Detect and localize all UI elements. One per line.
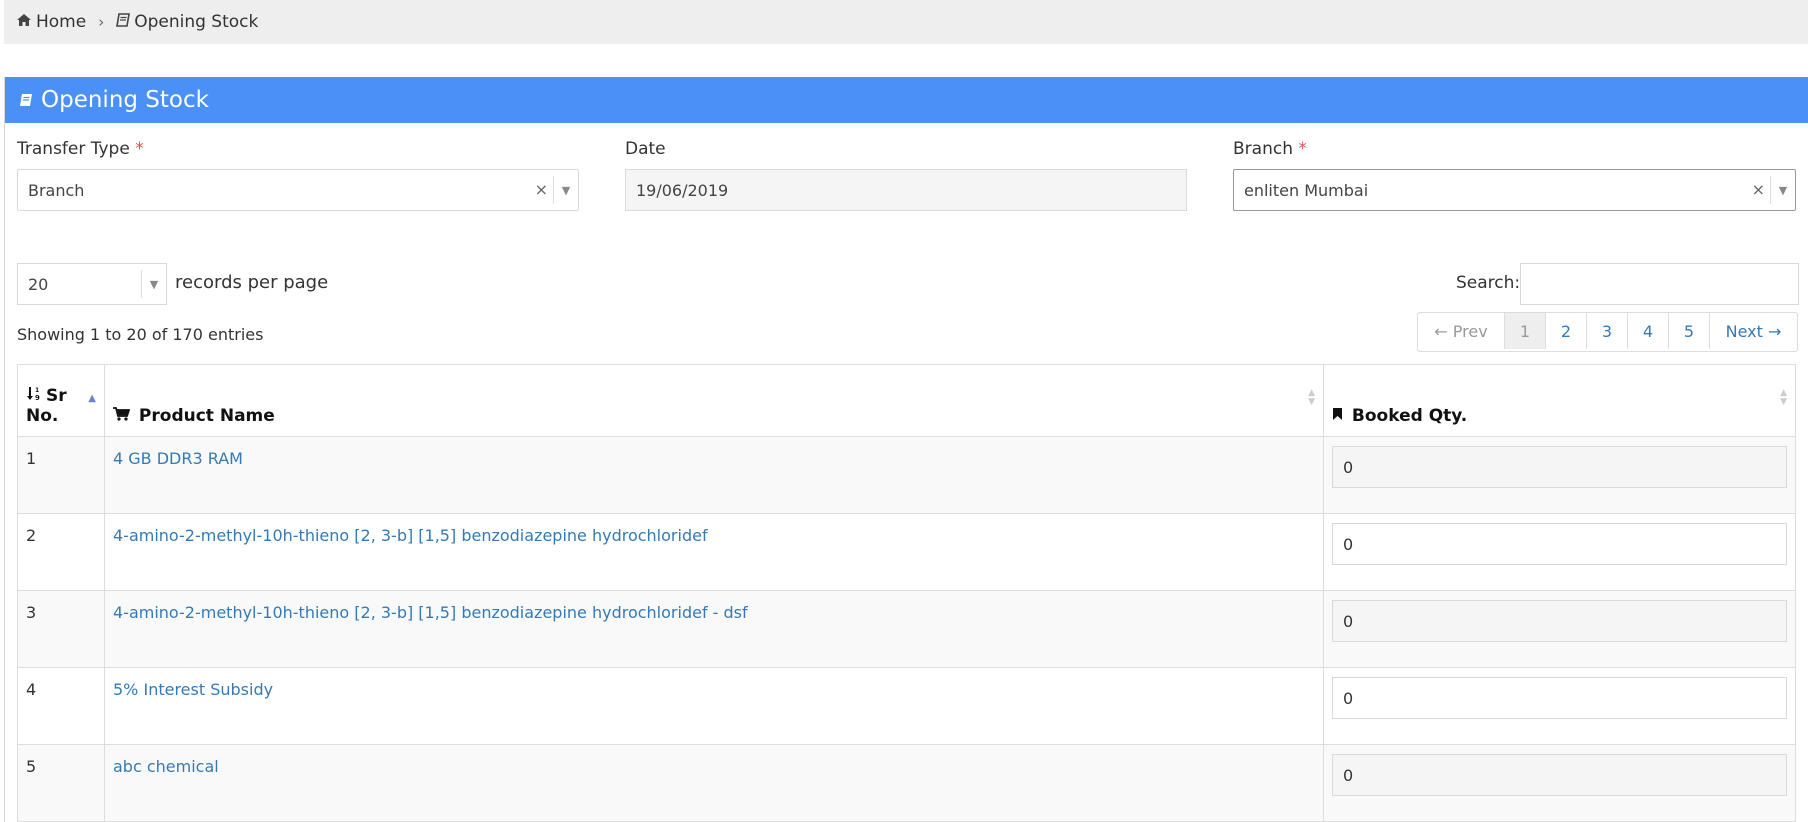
row-sr: 2 [17,513,105,591]
product-link[interactable]: 5% Interest Subsidy [113,680,273,699]
table-row: 2 4-amino-2-methyl-10h-thieno [2, 3-b] [… [17,513,1796,591]
sort-icon: ▲ ▼ [1308,388,1315,407]
sort-icon: ▲ ▼ [1780,388,1787,407]
panel-title: Opening Stock [41,87,209,113]
row-sr: 4 [17,667,105,745]
column-product-name[interactable]: Product Name ▲ ▼ [104,364,1324,437]
breadcrumb-home-label: Home [36,12,87,32]
page-button-1[interactable]: 1 [1504,313,1545,349]
booked-qty-input[interactable]: 0 [1332,677,1787,719]
filter-form: Transfer Type * Branch × ▼ Date 19/06/20… [17,139,1797,229]
next-page-button[interactable]: Next → [1709,313,1797,349]
date-field: Date 19/06/2019 [625,139,1187,211]
date-value: 19/06/2019 [636,180,729,200]
page-length-label: records per page [175,272,329,293]
transfer-type-label: Transfer Type [17,139,130,159]
row-sr: 5 [17,744,105,822]
page-length-value: 20 [28,274,49,294]
chevron-down-icon[interactable]: ▼ [141,270,166,298]
column-product-label: Product Name [138,406,275,426]
breadcrumb-current: Opening Stock [116,12,258,32]
product-link[interactable]: 4-amino-2-methyl-10h-thieno [2, 3-b] [1,… [113,603,748,622]
product-link[interactable]: 4 GB DDR3 RAM [113,449,243,468]
column-booked-label: Booked Qty. [1351,406,1468,426]
row-sr: 1 [17,436,105,514]
table-row: 1 4 GB DDR3 RAM 0 [17,436,1796,514]
table-row: 4 5% Interest Subsidy 0 [17,667,1796,745]
chevron-down-icon[interactable]: ▼ [1770,176,1795,204]
branch-value: enliten Mumbai [1244,180,1369,200]
page-button-3[interactable]: 3 [1586,313,1627,349]
product-link[interactable]: 4-amino-2-methyl-10h-thieno [2, 3-b] [1,… [113,526,708,545]
column-sr-line1: Sr [46,385,67,406]
bookmark-icon [1332,406,1349,426]
breadcrumb: Home › Opening Stock [4,0,1808,44]
svg-text:1: 1 [35,387,39,394]
cart-icon [113,406,136,426]
page-button-5[interactable]: 5 [1668,313,1709,349]
date-input[interactable]: 19/06/2019 [625,169,1187,211]
table-row: 3 4-amino-2-methyl-10h-thieno [2, 3-b] [… [17,590,1796,668]
booked-qty-input[interactable]: 0 [1332,446,1787,488]
sort-ascending-icon: ▲ [88,393,96,404]
transfer-type-field: Transfer Type * Branch × ▼ [17,139,579,211]
product-link[interactable]: abc chemical [113,757,219,776]
transfer-type-select[interactable]: Branch × ▼ [17,169,579,211]
required-mark: * [1298,139,1307,159]
booked-qty-input[interactable]: 0 [1332,600,1787,642]
stock-table: 19 Sr No. ▲ Product Name ▲ ▼ Booked Qty.… [17,364,1796,822]
panel-header: Opening Stock [5,77,1808,123]
table-row: 5 abc chemical 0 [17,744,1796,822]
page-length-select[interactable]: 20 ▼ [17,263,167,305]
breadcrumb-current-label: Opening Stock [134,12,259,32]
table-info: Showing 1 to 20 of 170 entries [17,325,264,344]
page-button-2[interactable]: 2 [1545,313,1586,349]
book-icon [116,12,131,32]
svg-text:9: 9 [35,394,40,401]
opening-stock-panel: Opening Stock Transfer Type * Branch × ▼… [4,77,1808,822]
page-button-4[interactable]: 4 [1627,313,1668,349]
booked-qty-input[interactable]: 0 [1332,523,1787,565]
column-sr-line2: No. [26,406,59,426]
column-sr-no[interactable]: 19 Sr No. ▲ [17,364,105,437]
clear-icon[interactable]: × [1752,180,1765,199]
search-input[interactable] [1520,263,1799,305]
branch-select[interactable]: enliten Mumbai × ▼ [1233,169,1796,211]
clear-icon[interactable]: × [535,180,548,199]
chevron-down-icon[interactable]: ▼ [553,176,578,204]
sort-numeric-icon: 19 [26,385,42,406]
home-icon [16,12,32,32]
branch-field: Branch * enliten Mumbai × ▼ [1233,139,1796,211]
transfer-type-value: Branch [28,180,85,200]
breadcrumb-home[interactable]: Home [16,12,86,32]
date-label: Date [625,139,666,159]
search-label: Search: [1456,273,1521,293]
breadcrumb-separator: › [98,13,105,31]
branch-label: Branch [1233,139,1293,159]
booked-qty-input[interactable]: 0 [1332,754,1787,796]
prev-page-button[interactable]: ← Prev [1418,313,1504,349]
column-booked-qty[interactable]: Booked Qty. ▲ ▼ [1323,364,1796,437]
book-icon [19,87,41,113]
pagination: ← Prev 1 2 3 4 5 Next → [1417,312,1798,352]
required-mark: * [135,139,144,159]
row-sr: 3 [17,590,105,668]
